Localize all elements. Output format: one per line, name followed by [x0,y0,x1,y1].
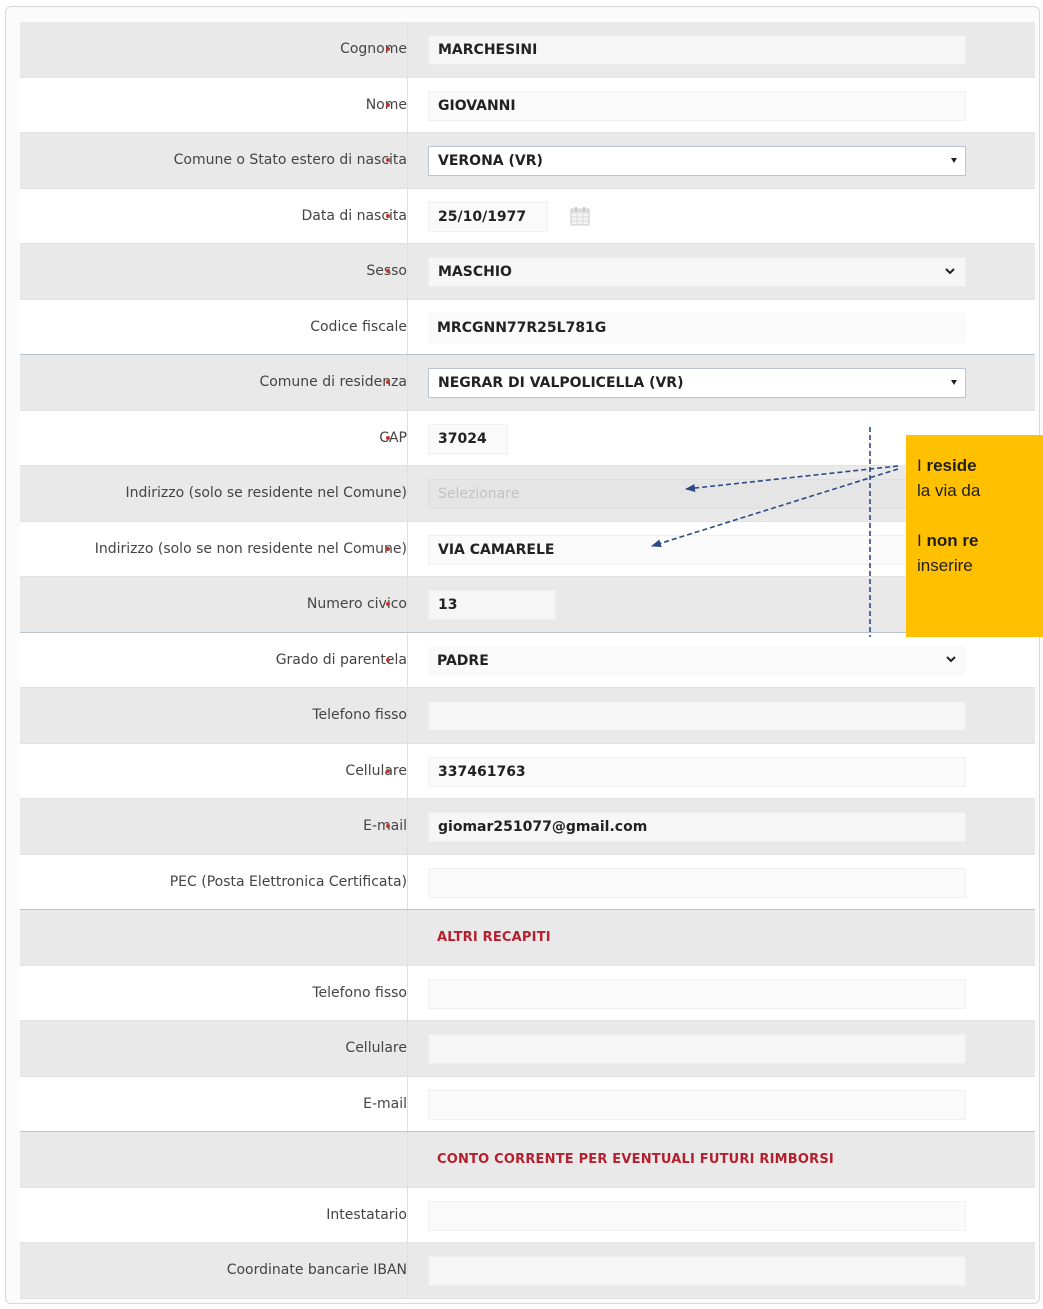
comune-nascita-select[interactable]: VERONA (VR) [428,146,966,176]
label-iban: Coordinate bancarie IBAN [226,1262,407,1279]
nome-input[interactable]: GIOVANNI [428,90,966,121]
section-title-altri-recapiti: ALTRI RECAPITI [437,929,551,945]
label-comune-residenza: Comune di residenza [259,374,407,391]
required-asterisk-icon [386,213,390,218]
row-iban: Coordinate bancarie IBAN [20,1243,1035,1299]
cognome-input[interactable]: MARCHESINI [428,35,966,65]
row-altri-cellulare: Cellulare [20,1021,1035,1077]
required-asterisk-icon [386,102,390,107]
label-data-nascita: Data di nascita [301,207,407,224]
row-altri-telefono-fisso: Telefono fisso [20,965,1035,1021]
label-cognome: Cognome [340,41,407,58]
codice-fiscale-value: MRCGNN77R25L781G [428,312,966,343]
label-altri-cellulare: Cellulare [345,1040,407,1057]
altri-cellulare-input[interactable] [428,1034,966,1064]
altri-telefono-fisso-input[interactable] [428,978,966,1009]
section-altri-recapiti: ALTRI RECAPITI [20,910,1035,966]
intestatario-input[interactable] [428,1200,966,1231]
row-indirizzo-non-residente: Indirizzo (solo se non residente nel Com… [20,521,1035,577]
iban-input[interactable] [428,1256,966,1286]
cap-input[interactable]: 37024 [428,423,508,454]
label-altri-telefono-fisso: Telefono fisso [312,984,407,1001]
label-intestatario: Intestatario [326,1206,407,1223]
row-comune-nascita: Comune o Stato estero di nascita VERONA … [20,133,1035,189]
label-indirizzo-non-residente: Indirizzo (solo se non residente nel Com… [94,540,407,557]
row-codice-fiscale: Codice fiscale MRCGNN77R25L781G [20,299,1035,355]
indirizzo-non-residente-input[interactable]: VIA CAMARELE [428,534,966,565]
label-pec: PEC (Posta Elettronica Certificata) [169,873,407,890]
section-conto-corrente: CONTO CORRENTE PER EVENTUALI FUTURI RIMB… [20,1132,1035,1188]
chevron-down-icon [945,268,955,275]
annotation-line-1: I reside la via da [917,456,981,500]
row-numero-civico: Numero civico 13 [20,577,1035,633]
dropdown-caret-icon [951,158,957,163]
email-input[interactable]: giomar251077@gmail.com [428,812,966,842]
required-asterisk-icon [386,546,390,551]
row-data-nascita: Data di nascita 25/10/1977 [20,188,1035,244]
dropdown-caret-icon [951,380,957,385]
required-asterisk-icon [386,435,390,440]
altri-email-input[interactable] [428,1089,966,1120]
label-cap: CAP [379,429,407,446]
comune-nascita-value: VERONA (VR) [438,153,543,169]
row-telefono-fisso: Telefono fisso [20,688,1035,744]
indirizzo-residente-select[interactable]: Selezionare [428,479,966,509]
row-indirizzo-residente: Indirizzo (solo se residente nel Comune)… [20,466,1035,522]
label-numero-civico: Numero civico [306,596,407,613]
row-altri-email: E-mail [20,1076,1035,1132]
row-pec: PEC (Posta Elettronica Certificata) [20,854,1035,910]
cellulare-input[interactable]: 337461763 [428,756,966,787]
sesso-value: MASCHIO [438,264,512,280]
row-nome: Nome GIOVANNI [20,77,1035,133]
numero-civico-input[interactable]: 13 [428,590,556,620]
label-indirizzo-residente: Indirizzo (solo se residente nel Comune) [125,485,407,502]
label-codice-fiscale: Codice fiscale [310,318,407,335]
row-email: E-mail giomar251077@gmail.com [20,799,1035,855]
row-sesso: Sesso MASCHIO [20,244,1035,300]
annotation-callout: I reside la via da I non re inserire [906,435,1043,637]
row-cognome: Cognome MARCHESINI [20,22,1035,78]
label-cellulare: Cellulare [345,762,407,779]
grado-parentela-select[interactable]: PADRE [428,645,966,676]
label-comune-nascita: Comune o Stato estero di nascita [173,152,407,169]
data-nascita-input[interactable]: 25/10/1977 [428,201,548,232]
calendar-icon[interactable] [568,204,592,228]
telefono-fisso-input[interactable] [428,701,966,731]
required-asterisk-icon [386,657,390,662]
label-altri-email: E-mail [363,1095,407,1112]
sesso-select[interactable]: MASCHIO [428,257,966,287]
required-asterisk-icon [386,768,390,773]
label-telefono-fisso: Telefono fisso [312,707,407,724]
comune-residenza-value: NEGRAR DI VALPOLICELLA (VR) [438,375,684,391]
row-grado-parentela: Grado di parentela PADRE [20,632,1035,688]
chevron-down-icon [946,655,956,662]
row-cap: CAP 37024 [20,410,1035,466]
grado-parentela-value: PADRE [437,652,489,669]
pec-input[interactable] [428,867,966,898]
row-comune-residenza: Comune di residenza NEGRAR DI VALPOLICEL… [20,355,1035,411]
row-intestatario: Intestatario [20,1187,1035,1243]
annotation-line-2: I non re inserire [917,531,979,575]
section-title-conto-corrente: CONTO CORRENTE PER EVENTUALI FUTURI RIMB… [437,1151,834,1167]
row-cellulare: Cellulare 337461763 [20,743,1035,799]
registration-form: Cognome MARCHESINI Nome GIOVANNI Comune … [20,22,1035,1299]
comune-residenza-select[interactable]: NEGRAR DI VALPOLICELLA (VR) [428,368,966,398]
